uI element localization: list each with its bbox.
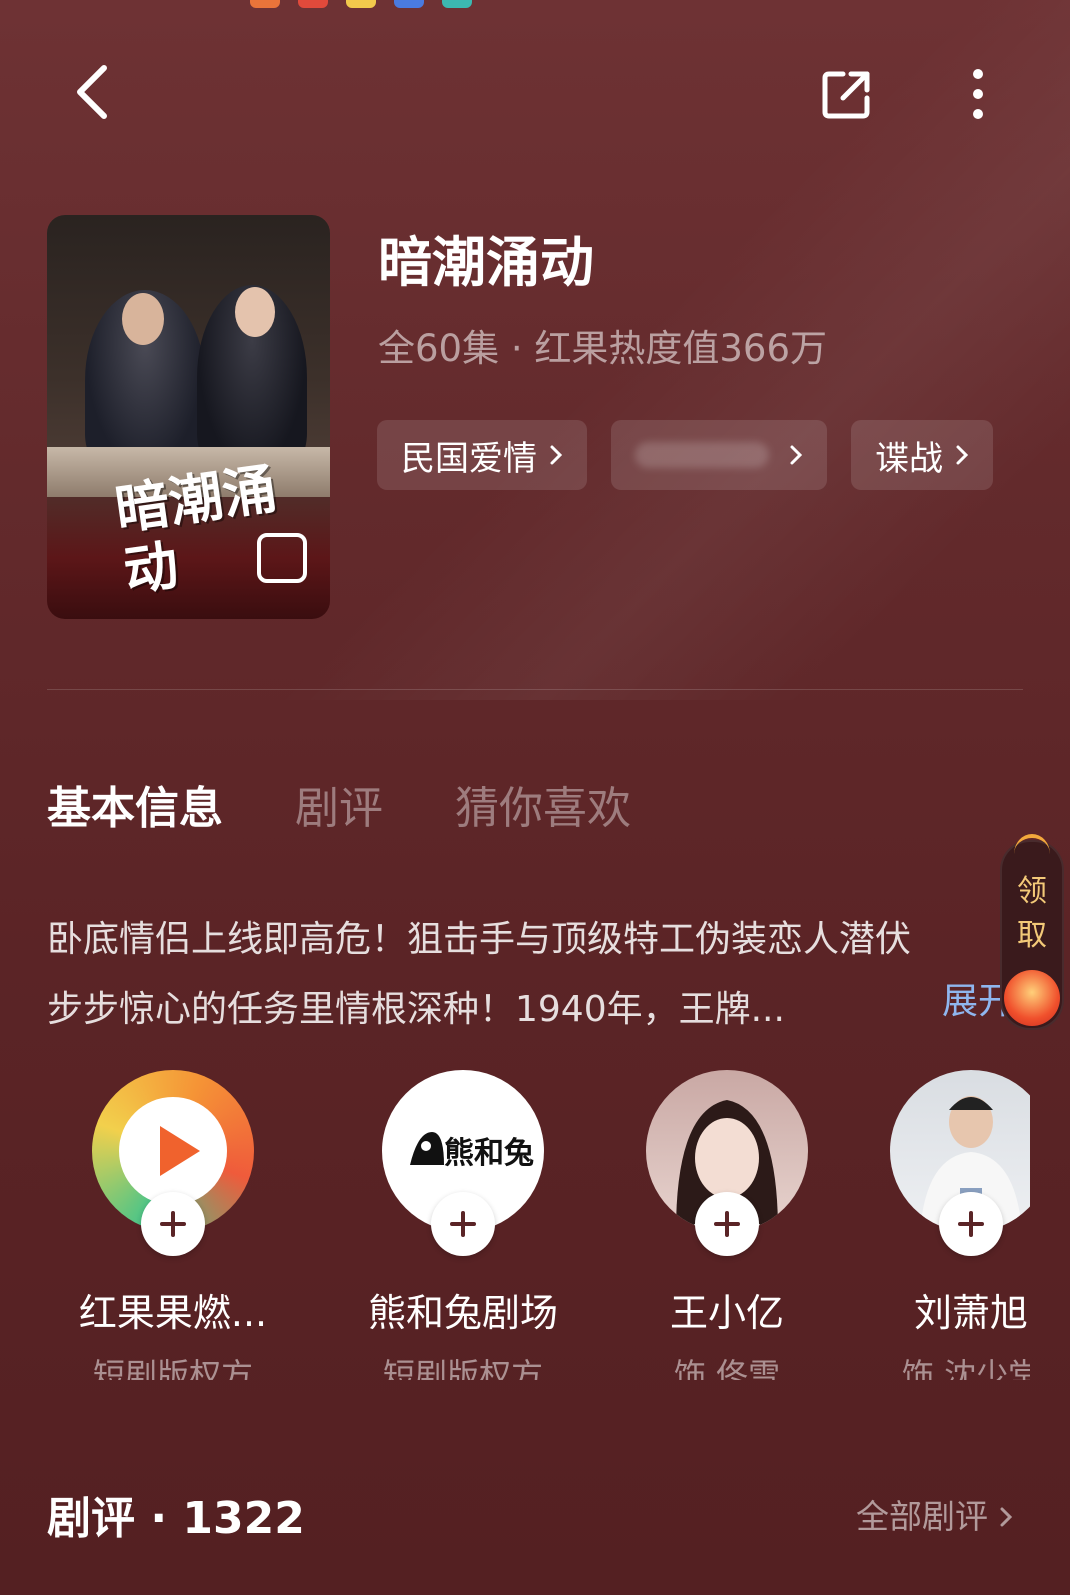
follow-plus-icon[interactable] [141,1192,205,1256]
more-vertical-icon[interactable] [946,62,1010,126]
tag-list: 民国爱情 谍战 [377,420,993,490]
studio-logo-text: 熊和兔 [444,1136,534,1171]
all-reviews-link[interactable]: 全部剧评 [856,1490,1013,1538]
drama-meta: 全60集 · 红果热度值366万 [378,327,827,370]
poster-face-right [235,287,275,337]
poster-studio-badge-icon [257,533,307,583]
drama-poster[interactable]: 暗潮涌动 [47,215,330,619]
person-role: 饰 沈少堂 [901,1356,1030,1380]
reward-arc-icon [1014,834,1050,874]
description-line-2: 步步惊心的任务里情根深种！1940年，王牌... [47,989,785,1030]
person-name: 熊和兔剧场 [367,1291,558,1335]
tag-label: 民国爱情 [401,438,537,479]
person-role: 短剧版权方 [382,1356,543,1380]
tab-recommendations[interactable]: 猜你喜欢 [455,772,631,836]
follow-plus-icon[interactable] [939,1192,1003,1256]
reward-label: 领 取 [1002,870,1062,958]
tab-bar: 基本信息 剧评 猜你喜欢 [47,772,631,836]
drama-title: 暗潮涌动 [378,231,594,294]
all-reviews-label: 全部剧评 [856,1497,988,1536]
reviews-section-title: 剧评 · 1322 [47,1493,305,1544]
tag-republican-romance[interactable]: 民国爱情 [377,420,587,490]
reward-label-2: 取 [1017,918,1047,953]
chevron-right-icon [999,1497,1013,1536]
person-name: 刘萧旭 [913,1291,1028,1335]
tag-label: 谍战 [875,438,943,479]
tab-basic-info[interactable]: 基本信息 [47,772,223,836]
chevron-right-icon [789,435,803,475]
tag-blurred[interactable] [611,420,827,490]
back-chevron-icon[interactable] [60,60,124,124]
follow-plus-icon[interactable] [431,1192,495,1256]
tab-reviews[interactable]: 剧评 [295,772,383,836]
red-packet-coin-icon [1004,970,1060,1026]
tag-blurred-label [635,442,769,468]
person-name: 王小亿 [669,1291,784,1335]
poster-face-left [122,293,164,345]
person-name: 红果果燃... [78,1291,268,1335]
follow-plus-icon[interactable] [695,1192,759,1256]
tag-espionage[interactable]: 谍战 [851,420,993,490]
cast-crew-list: 红果果燃... 短剧版权方 熊和兔 熊和兔剧场 短剧版权方 王小亿 饰 佟雪 刘… [0,1070,1030,1380]
drama-description: 卧底情侣上线即高危！狙击手与顶级特工伪装恋人潜伏 步步惊心的任务里情根深种！19… [47,905,1047,1045]
reward-label-1: 领 [1017,874,1047,909]
person-role: 短剧版权方 [92,1356,253,1380]
description-line-1: 卧底情侣上线即高危！狙击手与顶级特工伪装恋人潜伏 [47,919,912,960]
person-role: 饰 佟雪 [673,1356,781,1380]
chevron-right-icon [955,435,969,475]
share-icon[interactable] [815,62,879,126]
chevron-right-icon [549,435,563,475]
section-divider [47,689,1023,690]
reward-claim-widget[interactable]: 领 取 [1000,834,1064,1030]
status-bar-app-icons [250,0,472,8]
